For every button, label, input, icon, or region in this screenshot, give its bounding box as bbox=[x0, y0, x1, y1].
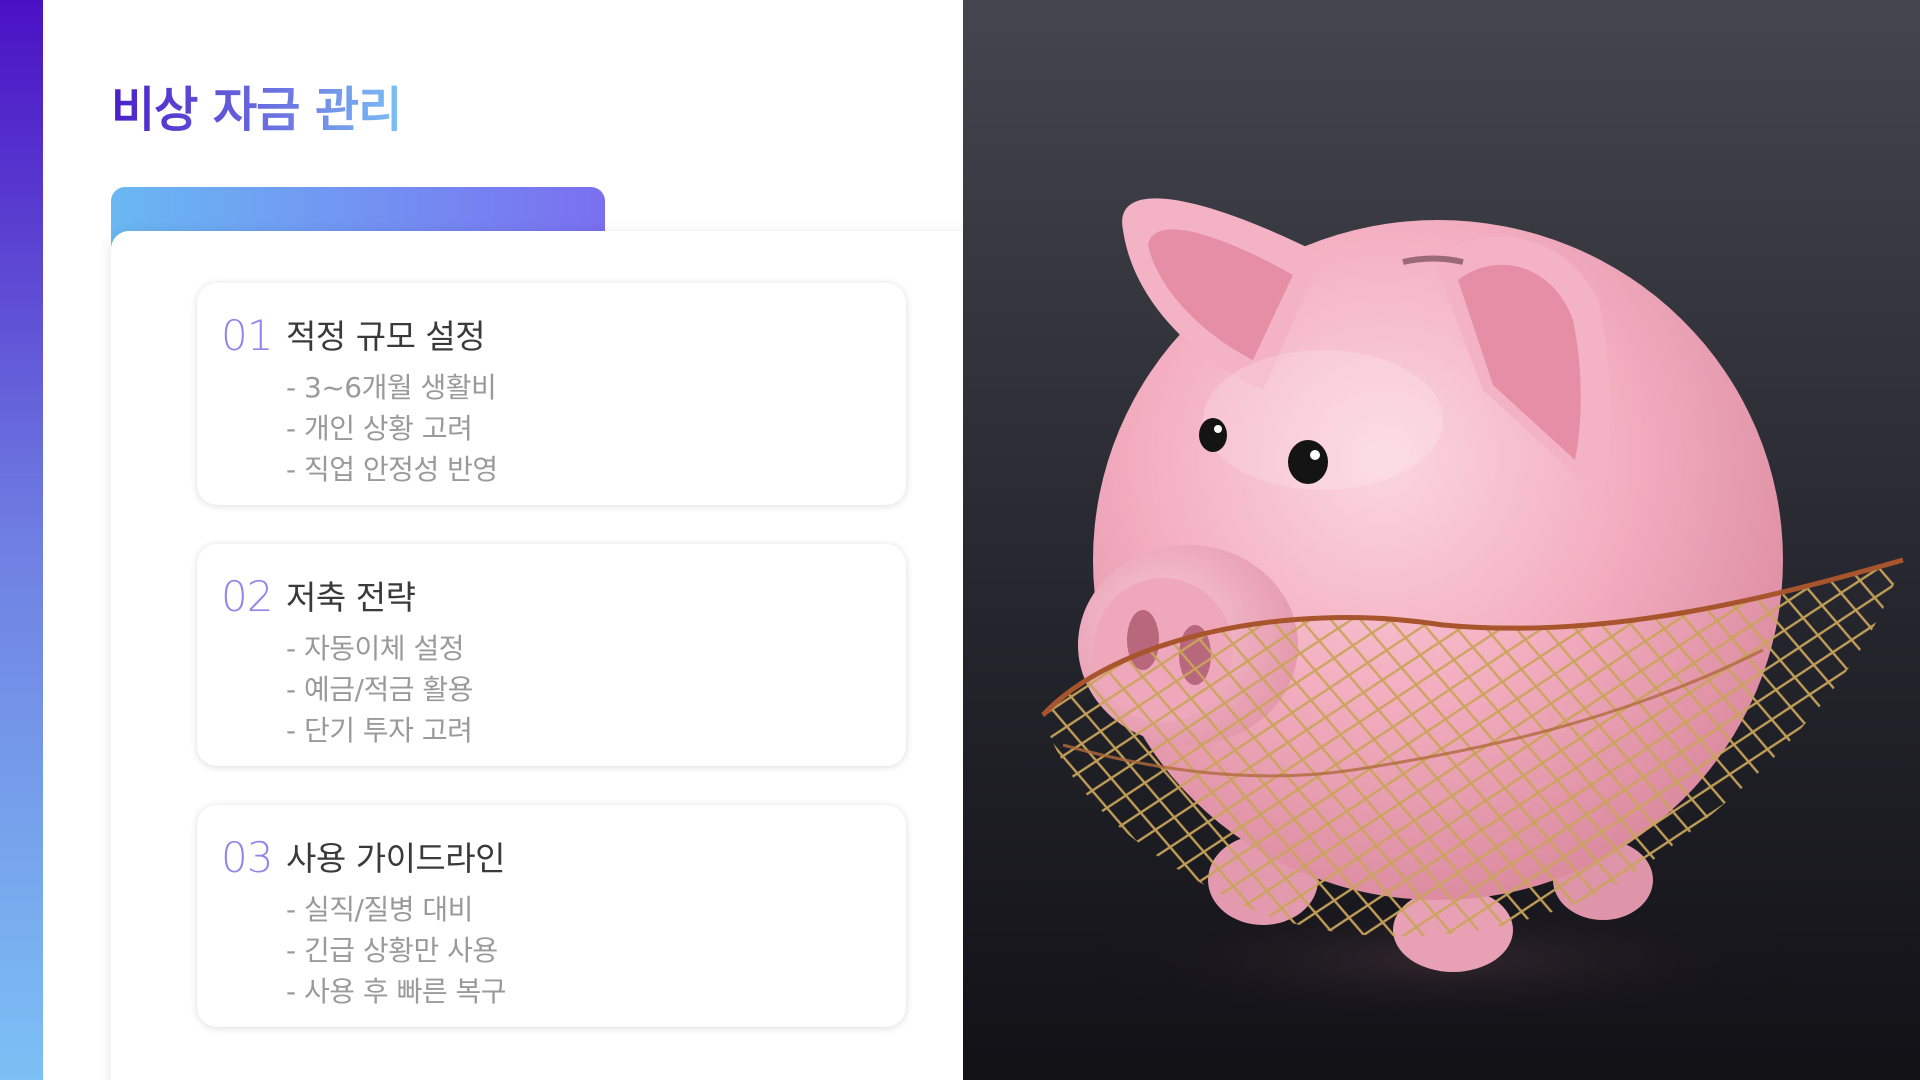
piggy-bank-photo bbox=[963, 0, 1920, 1080]
list-item: - 3~6개월 생활비 bbox=[286, 371, 497, 404]
list-item: - 사용 후 빠른 복구 bbox=[286, 975, 507, 1008]
list-item: - 긴급 상황만 사용 bbox=[286, 934, 498, 967]
piggy-bank-illustration bbox=[963, 0, 1920, 1080]
section-item-list: - 3~6개월 생활비 - 개인 상황 고려 - 직업 안정성 반영 bbox=[286, 367, 498, 490]
section-card-2: 02 저축 전략 - 자동이체 설정 - 예금/적금 활용 - 단기 투자 고려 bbox=[197, 544, 906, 766]
section-heading: 사용 가이드라인 bbox=[286, 839, 506, 878]
list-item: - 개인 상황 고려 bbox=[286, 412, 473, 445]
section-item-list: - 자동이체 설정 - 예금/적금 활용 - 단기 투자 고려 bbox=[286, 628, 473, 751]
section-number: 01 bbox=[221, 311, 273, 360]
accent-bar bbox=[0, 0, 43, 1080]
list-item: - 실직/질병 대비 bbox=[286, 893, 473, 926]
slide-title: 비상 자금 관리 bbox=[111, 78, 402, 142]
list-item: - 직업 안정성 반영 bbox=[286, 453, 498, 486]
section-heading: 저축 전략 bbox=[286, 578, 416, 617]
section-heading: 적정 규모 설정 bbox=[286, 317, 486, 356]
list-item: - 예금/적금 활용 bbox=[286, 673, 473, 706]
list-item: - 자동이체 설정 bbox=[286, 632, 464, 665]
slide: 비상 자금 관리 01 적정 규모 설정 - 3~6개월 생활비 - 개인 상황… bbox=[0, 0, 1920, 1080]
section-card-1: 01 적정 규모 설정 - 3~6개월 생활비 - 개인 상황 고려 - 직업 … bbox=[197, 283, 906, 505]
section-item-list: - 실직/질병 대비 - 긴급 상황만 사용 - 사용 후 빠른 복구 bbox=[286, 889, 507, 1012]
list-item: - 단기 투자 고려 bbox=[286, 714, 473, 747]
section-number: 02 bbox=[221, 572, 273, 621]
section-number: 03 bbox=[221, 833, 273, 882]
section-card-3: 03 사용 가이드라인 - 실직/질병 대비 - 긴급 상황만 사용 - 사용 … bbox=[197, 805, 906, 1027]
